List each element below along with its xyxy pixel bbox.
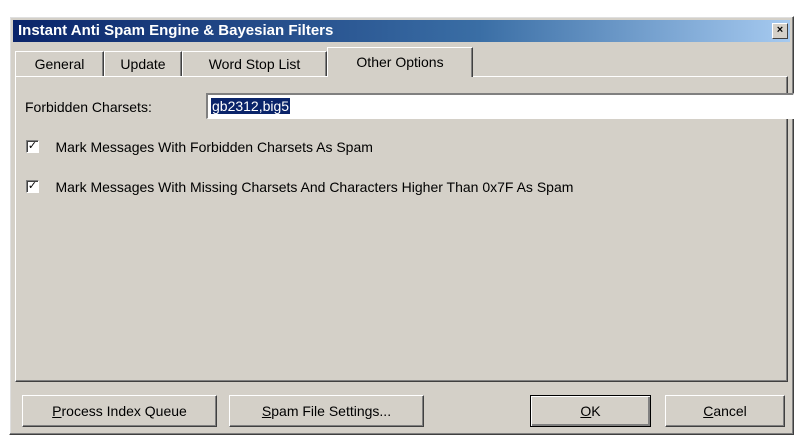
forbidden-charsets-spam-option[interactable]: ✓ Mark Messages With Forbidden Charsets … [26, 138, 373, 156]
forbidden-charsets-input[interactable]: gb2312,big5 [206, 93, 794, 119]
forbidden-charsets-spam-checkbox[interactable]: ✓ [26, 140, 39, 154]
anti-spam-dialog: Instant Anti Spam Engine & Bayesian Filt… [9, 16, 794, 435]
process-index-queue-button[interactable]: Process Index Queue [22, 395, 217, 427]
missing-charsets-spam-checkbox[interactable]: ✓ [26, 180, 39, 194]
forbidden-charsets-value: gb2312,big5 [211, 98, 291, 114]
close-icon[interactable]: × [772, 23, 788, 39]
missing-charsets-spam-label: Mark Messages With Missing Charsets And … [55, 178, 574, 195]
window-title: Instant Anti Spam Engine & Bayesian Filt… [18, 22, 334, 39]
forbidden-charsets-label: Forbidden Charsets: [25, 99, 152, 115]
tab-other-options[interactable]: Other Options [327, 47, 473, 77]
cancel-button[interactable]: Cancel [665, 395, 785, 427]
tab-panel-other-options [15, 76, 788, 382]
forbidden-charsets-spam-label: Mark Messages With Forbidden Charsets As… [55, 138, 373, 155]
title-bar: Instant Anti Spam Engine & Bayesian Filt… [13, 20, 790, 42]
missing-charsets-spam-option[interactable]: ✓ Mark Messages With Missing Charsets An… [26, 178, 573, 196]
tab-word-stop-list[interactable]: Word Stop List [182, 51, 327, 77]
tab-general[interactable]: General [15, 51, 104, 77]
spam-file-settings-button[interactable]: Spam File Settings... [229, 395, 424, 427]
tab-update[interactable]: Update [104, 51, 182, 77]
ok-button[interactable]: OK [530, 395, 651, 427]
